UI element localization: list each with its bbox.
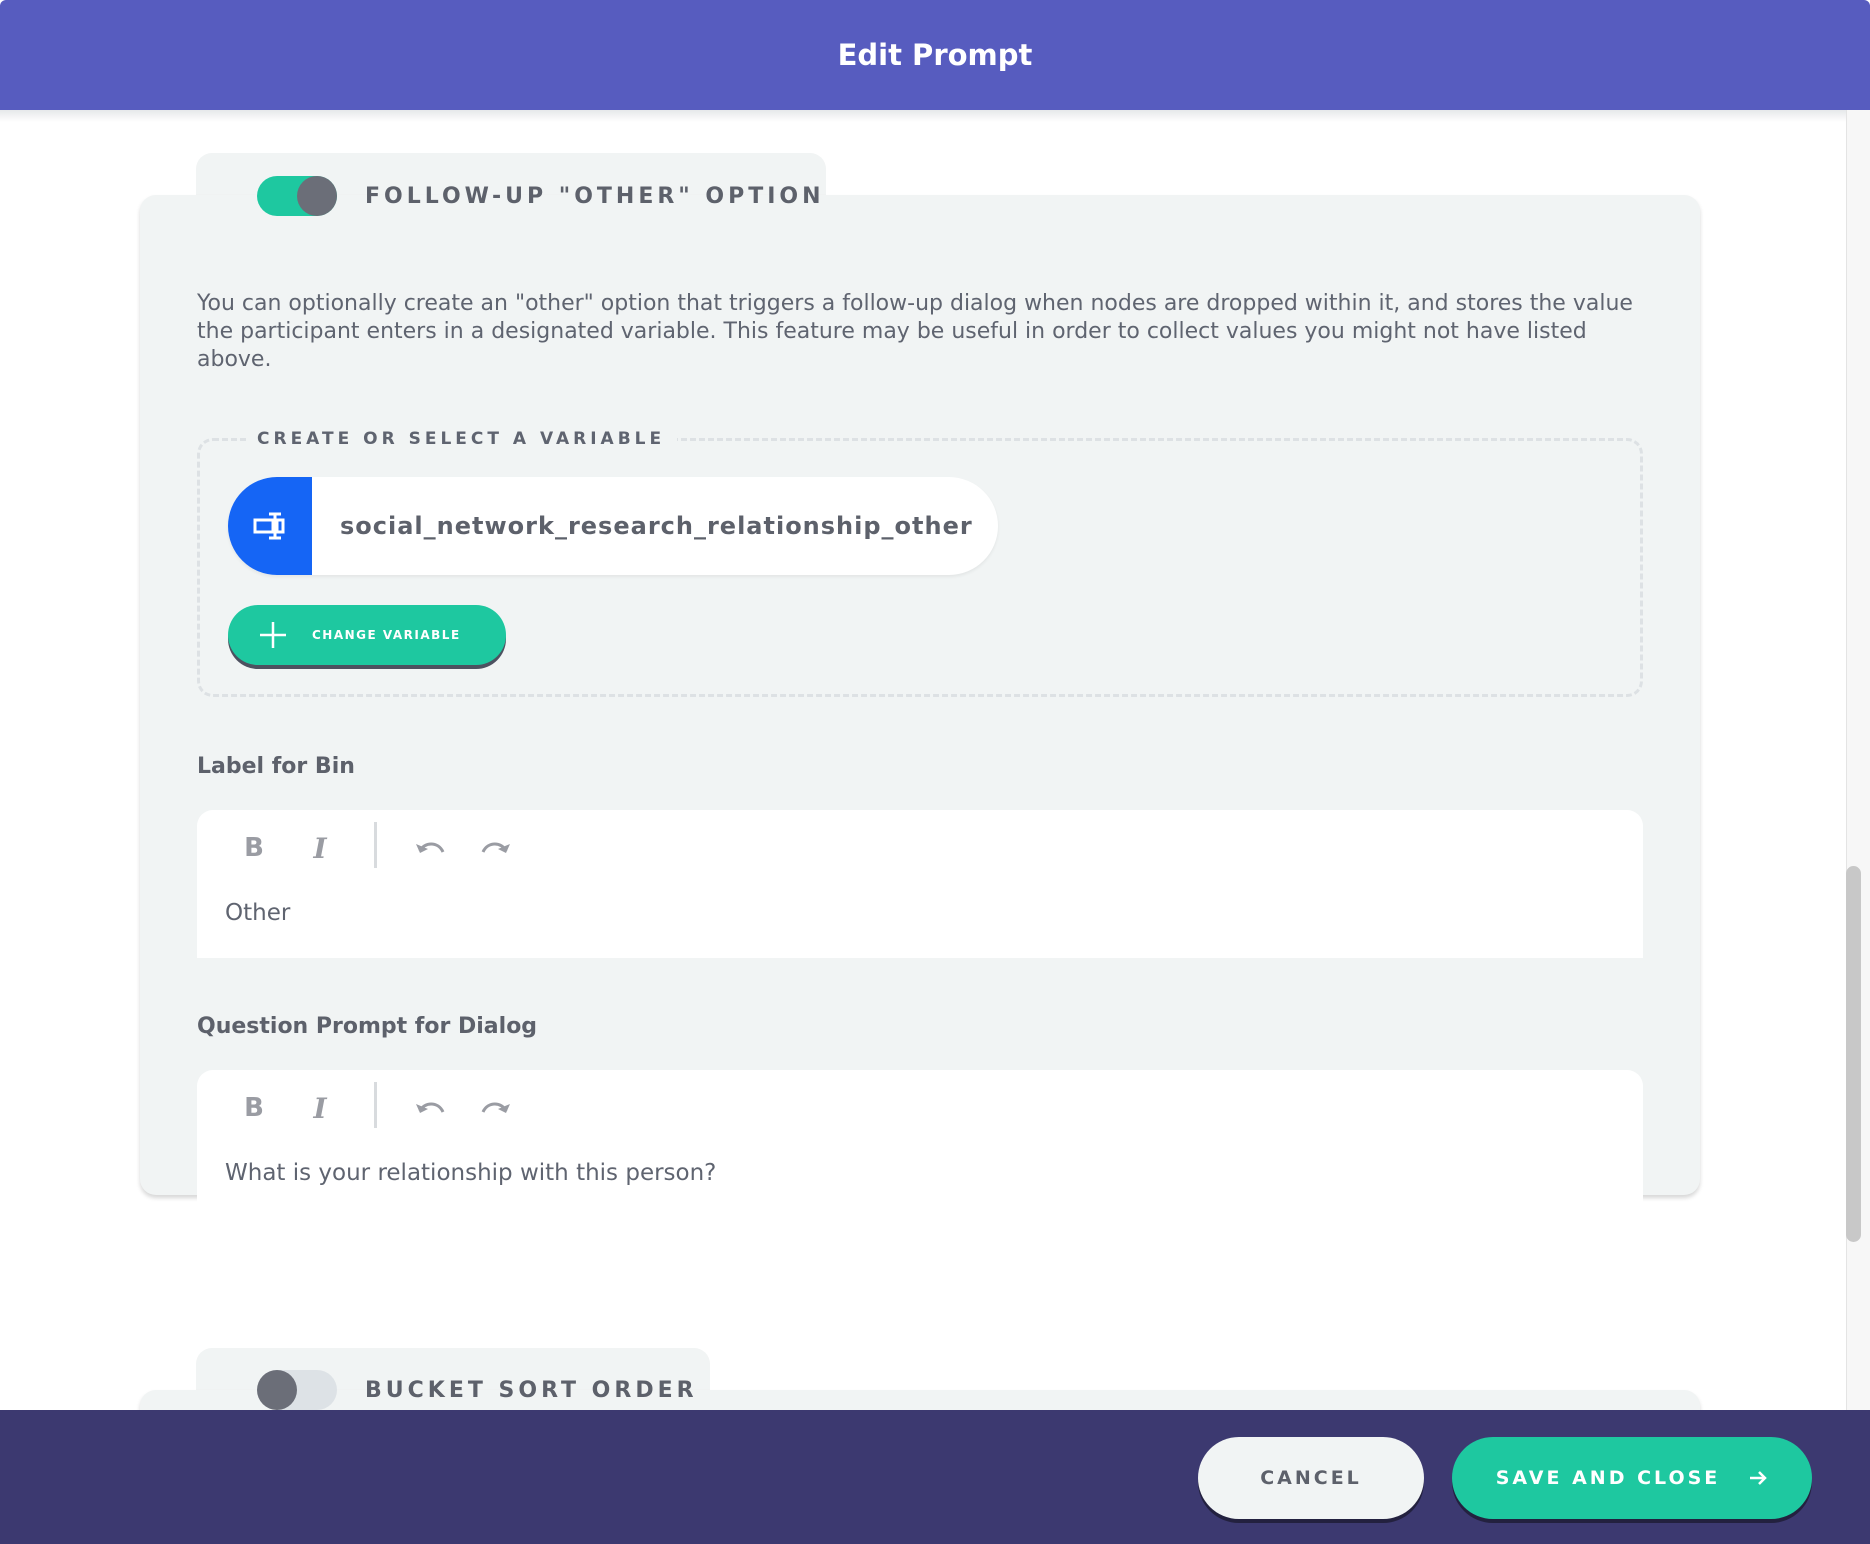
dialog-content: Follow-up "Other" option You can optiona… xyxy=(0,110,1846,1410)
plus-icon xyxy=(258,620,288,650)
dialog-header: Edit Prompt xyxy=(0,0,1870,110)
change-variable-button[interactable]: CHANGE VARIABLE xyxy=(228,605,506,665)
question-prompt-label: Question Prompt for Dialog xyxy=(197,1014,538,1039)
label-for-bin-label: Label for Bin xyxy=(197,754,355,779)
italic-button[interactable]: I xyxy=(300,1088,340,1128)
cancel-button[interactable]: CANCEL xyxy=(1198,1437,1424,1519)
bucket-sort-toggle[interactable] xyxy=(257,1370,337,1410)
undo-icon[interactable] xyxy=(410,1088,450,1128)
toolbar-divider xyxy=(374,822,377,868)
dialog-title: Edit Prompt xyxy=(837,38,1033,72)
arrow-right-icon xyxy=(1748,1469,1768,1487)
followup-section-title: Follow-up "Other" option xyxy=(365,184,825,209)
question-prompt-text: What is your relationship with this pers… xyxy=(225,1160,717,1186)
question-prompt-editor[interactable]: B I What is your relationship with this … xyxy=(197,1070,1643,1218)
label-for-bin-editor[interactable]: B I Other xyxy=(197,810,1643,958)
text-variable-icon xyxy=(228,477,312,575)
save-and-close-button[interactable]: SAVE AND CLOSE xyxy=(1452,1437,1812,1519)
scrollbar-thumb[interactable] xyxy=(1846,866,1861,1242)
variable-pill[interactable]: social_network_research_relationship_oth… xyxy=(228,477,998,575)
label-for-bin-text: Other xyxy=(225,900,291,926)
change-variable-label: CHANGE VARIABLE xyxy=(312,628,461,642)
redo-icon[interactable] xyxy=(476,1088,516,1128)
italic-button[interactable]: I xyxy=(300,828,340,868)
bold-button[interactable]: B xyxy=(234,828,274,868)
followup-toggle[interactable] xyxy=(257,176,337,216)
followup-description: You can optionally create an "other" opt… xyxy=(197,291,1633,372)
variable-name: social_network_research_relationship_oth… xyxy=(340,512,973,540)
bucket-sort-section-title: Bucket sort order xyxy=(365,1378,698,1403)
toggle-knob xyxy=(257,1370,297,1410)
toolbar-divider xyxy=(374,1082,377,1128)
bold-button[interactable]: B xyxy=(234,1088,274,1128)
undo-icon[interactable] xyxy=(410,828,450,868)
toggle-knob xyxy=(297,176,337,216)
variable-legend: CREATE OR SELECT A VARIABLE xyxy=(247,427,678,451)
redo-icon[interactable] xyxy=(476,828,516,868)
cancel-label: CANCEL xyxy=(1260,1467,1362,1489)
save-and-close-label: SAVE AND CLOSE xyxy=(1495,1467,1721,1489)
